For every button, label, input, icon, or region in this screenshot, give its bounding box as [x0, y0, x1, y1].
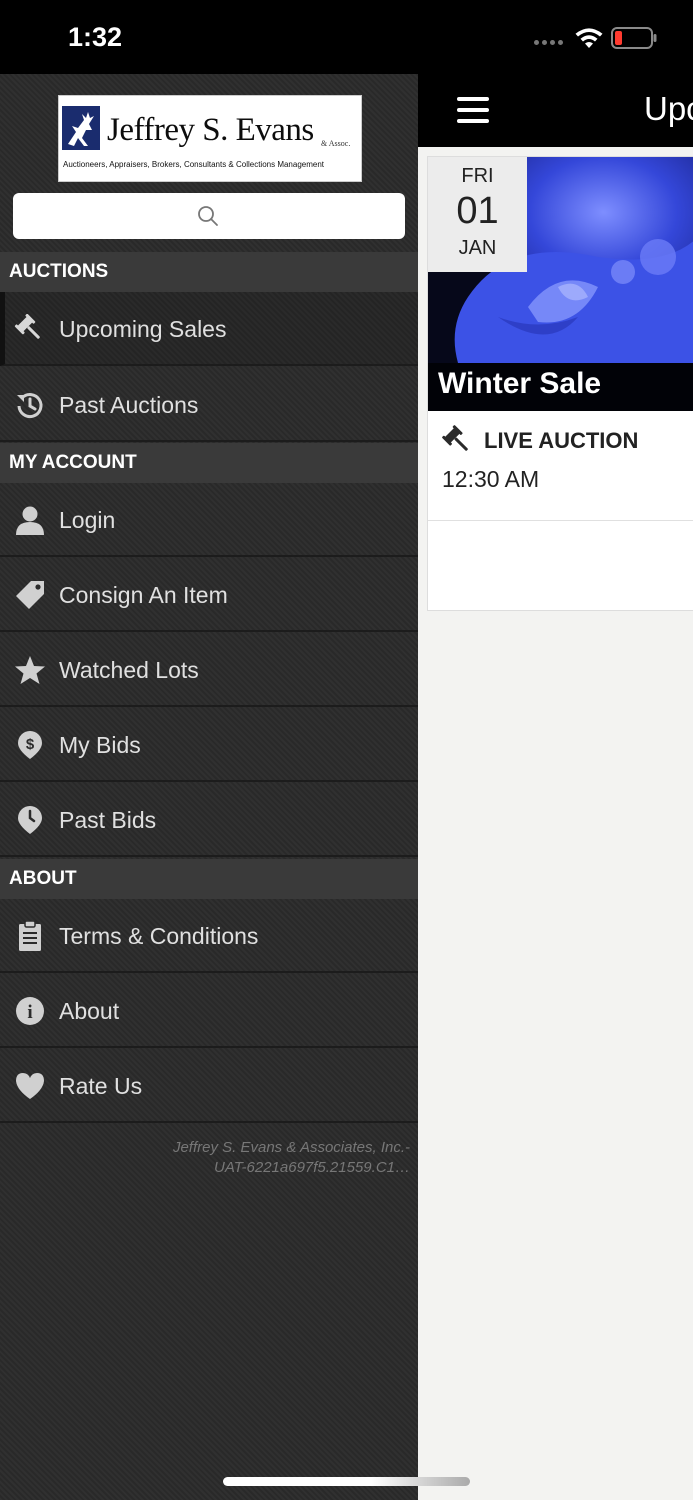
home-indicator[interactable] — [223, 1477, 470, 1486]
svg-text:$: $ — [26, 736, 35, 753]
tag-icon — [16, 581, 44, 609]
menu-label: Past Bids — [59, 807, 157, 833]
menu-item-terms[interactable]: Terms & Conditions — [0, 899, 418, 973]
clipboard-icon — [19, 921, 41, 951]
gavel-icon — [14, 314, 40, 339]
status-bar: 1:32 — [0, 0, 693, 74]
section-header-about: ABOUT — [0, 859, 418, 899]
date-day-of-week: FRI — [461, 165, 494, 187]
section-header-my-account: MY ACCOUNT — [0, 443, 418, 483]
wifi-icon — [575, 28, 603, 48]
menu-item-watched-lots[interactable]: Watched Lots — [0, 633, 418, 707]
status-time: 1:32 — [68, 22, 123, 52]
main-content: Upcoming Sales — [418, 74, 693, 1500]
auction-time: 12:30 AM — [442, 466, 540, 492]
company-logo: Jeffrey S. Evans & Assoc. Auctioneers, A… — [58, 95, 362, 182]
date-month: JAN — [458, 237, 497, 259]
battery-icon — [611, 27, 657, 49]
date-badge: FRI 01 JAN — [428, 157, 527, 272]
dollar-pin-icon: $ — [18, 731, 42, 759]
date-day: 01 — [456, 190, 499, 232]
history-icon — [17, 393, 43, 419]
deer-logo-icon — [62, 106, 100, 150]
version-line-build: UAT-6221a697f5.21559.C1… — [214, 1159, 410, 1176]
version-info: Jeffrey S. Evans & Associates, Inc.- UAT… — [10, 1138, 410, 1178]
menu-label: Terms & Conditions — [59, 923, 259, 949]
info-icon: i — [16, 997, 44, 1025]
star-icon — [15, 656, 45, 684]
gavel-icon — [442, 425, 468, 451]
auction-card[interactable]: FRI 01 JAN Winter Sale LIVE AUCTION 12:3… — [427, 156, 693, 611]
auction-type-row: LIVE AUCTION — [442, 425, 692, 457]
card-divider — [428, 520, 693, 521]
menu-item-upcoming-sales[interactable]: Upcoming Sales — [0, 292, 418, 366]
side-drawer: Jeffrey S. Evans & Assoc. Auctioneers, A… — [0, 74, 418, 1500]
search-icon — [198, 206, 218, 226]
menu-item-my-bids[interactable]: $ My Bids — [0, 708, 418, 782]
hamburger-menu-icon[interactable] — [457, 97, 489, 125]
menu-label: Rate Us — [59, 1073, 143, 1099]
heart-icon — [16, 1073, 44, 1099]
auction-title: Winter Sale — [438, 367, 602, 400]
menu-label: About — [59, 998, 120, 1024]
menu-item-past-auctions[interactable]: Past Auctions — [0, 368, 418, 442]
section-header-auctions: AUCTIONS — [0, 252, 418, 292]
menu-label: Upcoming Sales — [59, 316, 227, 342]
menu-item-consign[interactable]: Consign An Item — [0, 558, 418, 632]
menu-item-rate-us[interactable]: Rate Us — [0, 1049, 418, 1123]
clock-pin-icon — [18, 806, 42, 834]
menu-item-login[interactable]: Login — [0, 483, 418, 557]
cellular-signal-icon — [534, 40, 563, 45]
logo-suffix: & Assoc. — [321, 139, 351, 148]
logo-tagline: Auctioneers, Appraisers, Brokers, Consul… — [63, 160, 325, 169]
page-title: Upcoming Sales — [644, 90, 693, 127]
menu-label: My Bids — [59, 732, 141, 758]
menu-item-past-bids[interactable]: Past Bids — [0, 783, 418, 857]
menu-label: Watched Lots — [59, 657, 199, 683]
auction-type: LIVE AUCTION — [484, 428, 639, 453]
top-navigation-bar: Upcoming Sales — [418, 74, 693, 147]
menu-label: Past Auctions — [59, 392, 199, 418]
svg-text:i: i — [27, 1002, 32, 1023]
logo-name: Jeffrey S. Evans — [107, 112, 314, 148]
menu-item-about[interactable]: i About — [0, 974, 418, 1048]
version-line-company: Jeffrey S. Evans & Associates, Inc.- — [172, 1139, 410, 1156]
menu-label: Consign An Item — [59, 582, 228, 608]
user-icon — [16, 506, 44, 535]
menu-label: Login — [59, 507, 116, 533]
search-input[interactable] — [13, 193, 405, 239]
